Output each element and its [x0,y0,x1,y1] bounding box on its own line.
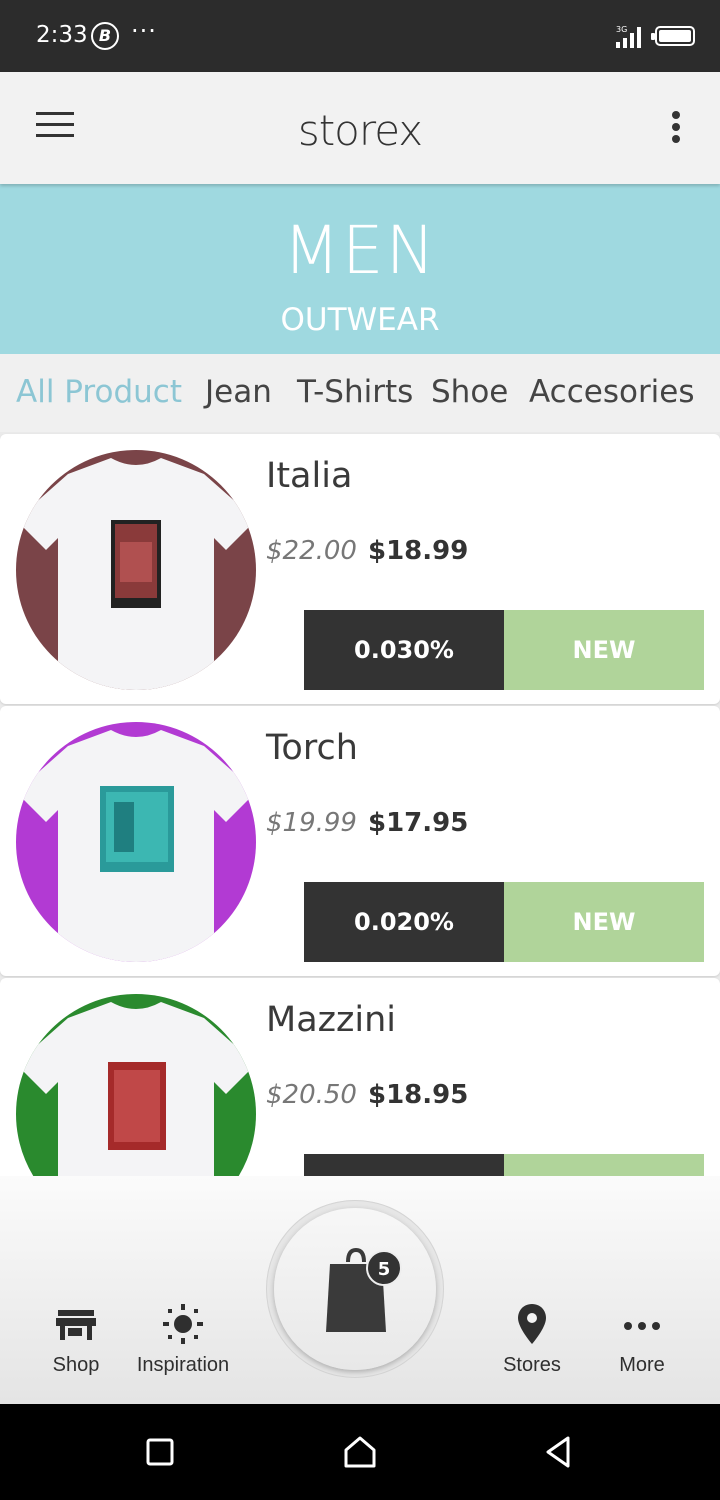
new-badge[interactable]: NEW [504,610,704,690]
product-card[interactable]: Torch $19.99 $17.95 0.020% NEW [0,706,720,976]
sun-icon [163,1304,203,1344]
banner-title: MEN [282,212,438,289]
app-notification-icon: B [91,22,119,50]
nav-shop-label: Shop [52,1354,100,1376]
back-icon[interactable] [538,1432,578,1472]
app-title: storex [297,106,423,155]
nav-more[interactable]: More [606,1302,678,1377]
tab-all-product[interactable]: All Product [16,374,182,410]
store-icon [56,1310,96,1340]
product-image[interactable] [16,722,256,962]
discount-button[interactable]: 0.030% [304,610,504,690]
nav-inspiration-label: Inspiration [136,1354,230,1376]
new-badge[interactable] [504,1154,704,1176]
svg-text:3G: 3G [616,25,627,34]
product-list[interactable]: Italia $22.00 $18.99 0.030% NEW Torch $1… [0,432,720,1176]
tab-jean[interactable]: Jean [205,374,272,410]
battery-icon [651,26,695,46]
status-time: 2:33 [36,22,88,48]
cart-button-ring: 5 [266,1200,444,1378]
product-name: Italia [266,456,353,496]
nav-stores-label: Stores [503,1354,561,1376]
product-old-price: $20.50 [266,1080,357,1110]
tab-t-shirts[interactable]: T-Shirts [297,374,413,410]
product-card[interactable]: Mazzini $20.50 $18.95 [0,978,720,1176]
overflow-menu-icon[interactable] [664,108,688,148]
status-bar: 2:33 B ··· 3G [0,0,720,72]
product-name: Mazzini [266,1000,397,1040]
product-old-price: $19.99 [266,808,357,838]
product-name: Torch [266,728,358,768]
nav-stores[interactable]: Stores [496,1302,568,1377]
product-image[interactable] [16,450,256,690]
product-price: $18.95 [368,1080,469,1110]
more-notifications-icon: ··· [131,17,157,45]
bottom-navigation: Shop Inspiration 5 Stores More [0,1176,720,1404]
cart-button[interactable]: 5 [274,1208,436,1370]
nav-inspiration[interactable]: Inspiration [128,1302,238,1377]
banner-subtitle: OUTWEAR [280,302,440,338]
product-image[interactable] [16,994,256,1176]
product-old-price: $22.00 [266,536,357,566]
recents-icon[interactable] [140,1432,180,1472]
category-tabs: All Product Jean T-Shirts Shoe Accesorie… [0,354,720,432]
nav-shop[interactable]: Shop [40,1302,112,1377]
product-price: $18.99 [368,536,469,566]
category-banner: MEN OUTWEAR [0,184,720,354]
location-pin-icon [518,1304,546,1344]
signal-icon: 3G [616,25,641,48]
discount-button[interactable] [304,1154,504,1176]
tab-accesories[interactable]: Accesories [529,374,695,410]
discount-button[interactable]: 0.020% [304,882,504,962]
new-badge[interactable]: NEW [504,882,704,962]
product-price: $17.95 [368,808,469,838]
tab-shoe[interactable]: Shoe [431,374,508,410]
product-card[interactable]: Italia $22.00 $18.99 0.030% NEW [0,434,720,704]
system-navigation-bar [0,1404,720,1500]
more-dots-icon [624,1322,660,1330]
nav-more-label: More [619,1354,665,1376]
home-icon[interactable] [340,1432,380,1472]
cart-count-badge: 5 [366,1250,402,1286]
